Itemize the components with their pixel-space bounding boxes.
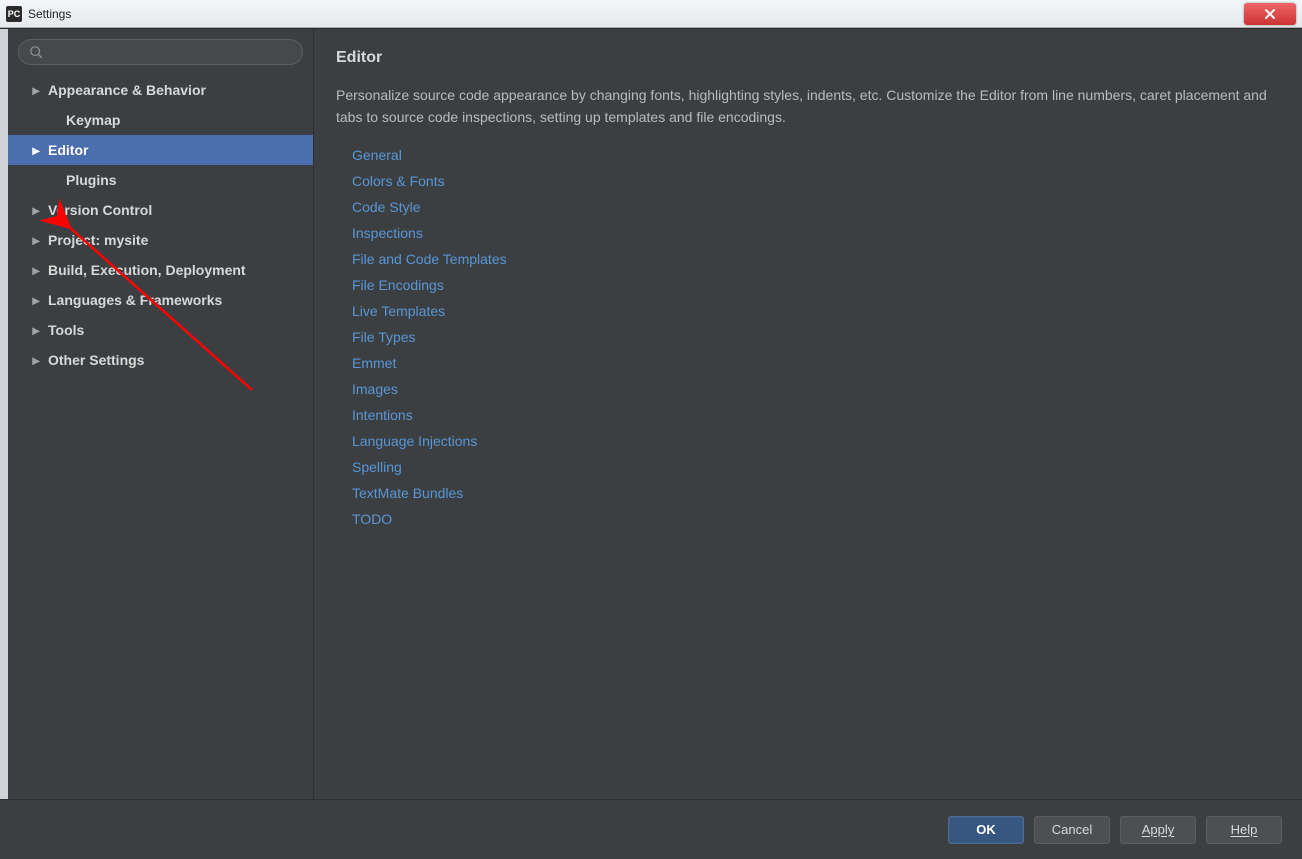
sidebar-item-label: Other Settings (48, 352, 144, 368)
settings-content: Editor Personalize source code appearanc… (314, 29, 1302, 799)
sidebar-item-label: Project: mysite (48, 232, 148, 248)
editor-link-live-templates[interactable]: Live Templates (352, 298, 1280, 324)
settings-sidebar: ▸ Appearance & Behavior Keymap ▸ Editor Plugi… (8, 29, 314, 799)
sidebar-item-tools[interactable]: ▸ Tools (8, 315, 313, 345)
titlebar: PC Settings (0, 0, 1302, 28)
sidebar-item-build-execution-deployment[interactable]: ▸ Build, Execution, Deployment (8, 255, 313, 285)
expand-arrow-icon: ▸ (30, 82, 42, 99)
editor-link-file-encodings[interactable]: File Encodings (352, 272, 1280, 298)
settings-tree: ▸ Appearance & Behavior Keymap ▸ Editor Plugi… (8, 75, 313, 799)
editor-link-inspections[interactable]: Inspections (352, 220, 1280, 246)
editor-subpage-links: GeneralColors & FontsCode StyleInspectio… (336, 142, 1280, 532)
editor-link-file-and-code-templates[interactable]: File and Code Templates (352, 246, 1280, 272)
editor-link-spelling[interactable]: Spelling (352, 454, 1280, 480)
sidebar-item-label: Appearance & Behavior (48, 82, 206, 98)
editor-link-textmate-bundles[interactable]: TextMate Bundles (352, 480, 1280, 506)
sidebar-item-label: Version Control (48, 202, 152, 218)
editor-link-language-injections[interactable]: Language Injections (352, 428, 1280, 454)
sidebar-item-label: Editor (48, 142, 88, 158)
editor-link-todo[interactable]: TODO (352, 506, 1280, 532)
dialog-footer: OK Cancel Apply Help (0, 799, 1302, 859)
editor-link-intentions[interactable]: Intentions (352, 402, 1280, 428)
search-icon (29, 45, 43, 59)
editor-link-file-types[interactable]: File Types (352, 324, 1280, 350)
editor-link-emmet[interactable]: Emmet (352, 350, 1280, 376)
sidebar-item-label: Plugins (66, 172, 117, 188)
editor-link-code-style[interactable]: Code Style (352, 194, 1280, 220)
editor-link-general[interactable]: General (352, 142, 1280, 168)
sidebar-item-appearance-behavior[interactable]: ▸ Appearance & Behavior (8, 75, 313, 105)
settings-window: PC Settings ▸ Appearance & Behavior Keymap… (0, 0, 1302, 859)
sidebar-item-label: Tools (48, 322, 84, 338)
expand-arrow-icon: ▸ (30, 262, 42, 279)
sidebar-item-project-mysite[interactable]: ▸ Project: mysite (8, 225, 313, 255)
close-icon (1264, 8, 1276, 20)
sidebar-item-label: Build, Execution, Deployment (48, 262, 246, 278)
sidebar-item-editor[interactable]: ▸ Editor (8, 135, 313, 165)
sidebar-item-other-settings[interactable]: ▸ Other Settings (8, 345, 313, 375)
cancel-button[interactable]: Cancel (1034, 816, 1110, 844)
help-button[interactable]: Help (1206, 816, 1282, 844)
dialog-body: ▸ Appearance & Behavior Keymap ▸ Editor Plugi… (0, 28, 1302, 799)
sidebar-item-languages-frameworks[interactable]: ▸ Languages & Frameworks (8, 285, 313, 315)
ok-button[interactable]: OK (948, 816, 1024, 844)
expand-arrow-icon: ▸ (30, 142, 42, 159)
editor-link-colors-fonts[interactable]: Colors & Fonts (352, 168, 1280, 194)
expand-arrow-icon: ▸ (30, 322, 42, 339)
app-icon: PC (6, 6, 22, 22)
expand-arrow-icon: ▸ (30, 292, 42, 309)
search-input[interactable] (18, 39, 303, 65)
expand-arrow-icon: ▸ (30, 202, 42, 219)
sidebar-item-label: Languages & Frameworks (48, 292, 222, 308)
search-field[interactable] (49, 45, 292, 60)
left-scroll-gutter (0, 29, 8, 799)
sidebar-item-plugins[interactable]: Plugins (8, 165, 313, 195)
sidebar-item-keymap[interactable]: Keymap (8, 105, 313, 135)
window-title: Settings (28, 7, 71, 21)
window-close-button[interactable] (1244, 3, 1296, 25)
sidebar-item-version-control[interactable]: ▸ Version Control (8, 195, 313, 225)
sidebar-item-label: Keymap (66, 112, 120, 128)
page-title: Editor (336, 49, 1280, 67)
editor-link-images[interactable]: Images (352, 376, 1280, 402)
expand-arrow-icon: ▸ (30, 232, 42, 249)
page-description: Personalize source code appearance by ch… (336, 85, 1280, 128)
expand-arrow-icon: ▸ (30, 352, 42, 369)
apply-button[interactable]: Apply (1120, 816, 1196, 844)
